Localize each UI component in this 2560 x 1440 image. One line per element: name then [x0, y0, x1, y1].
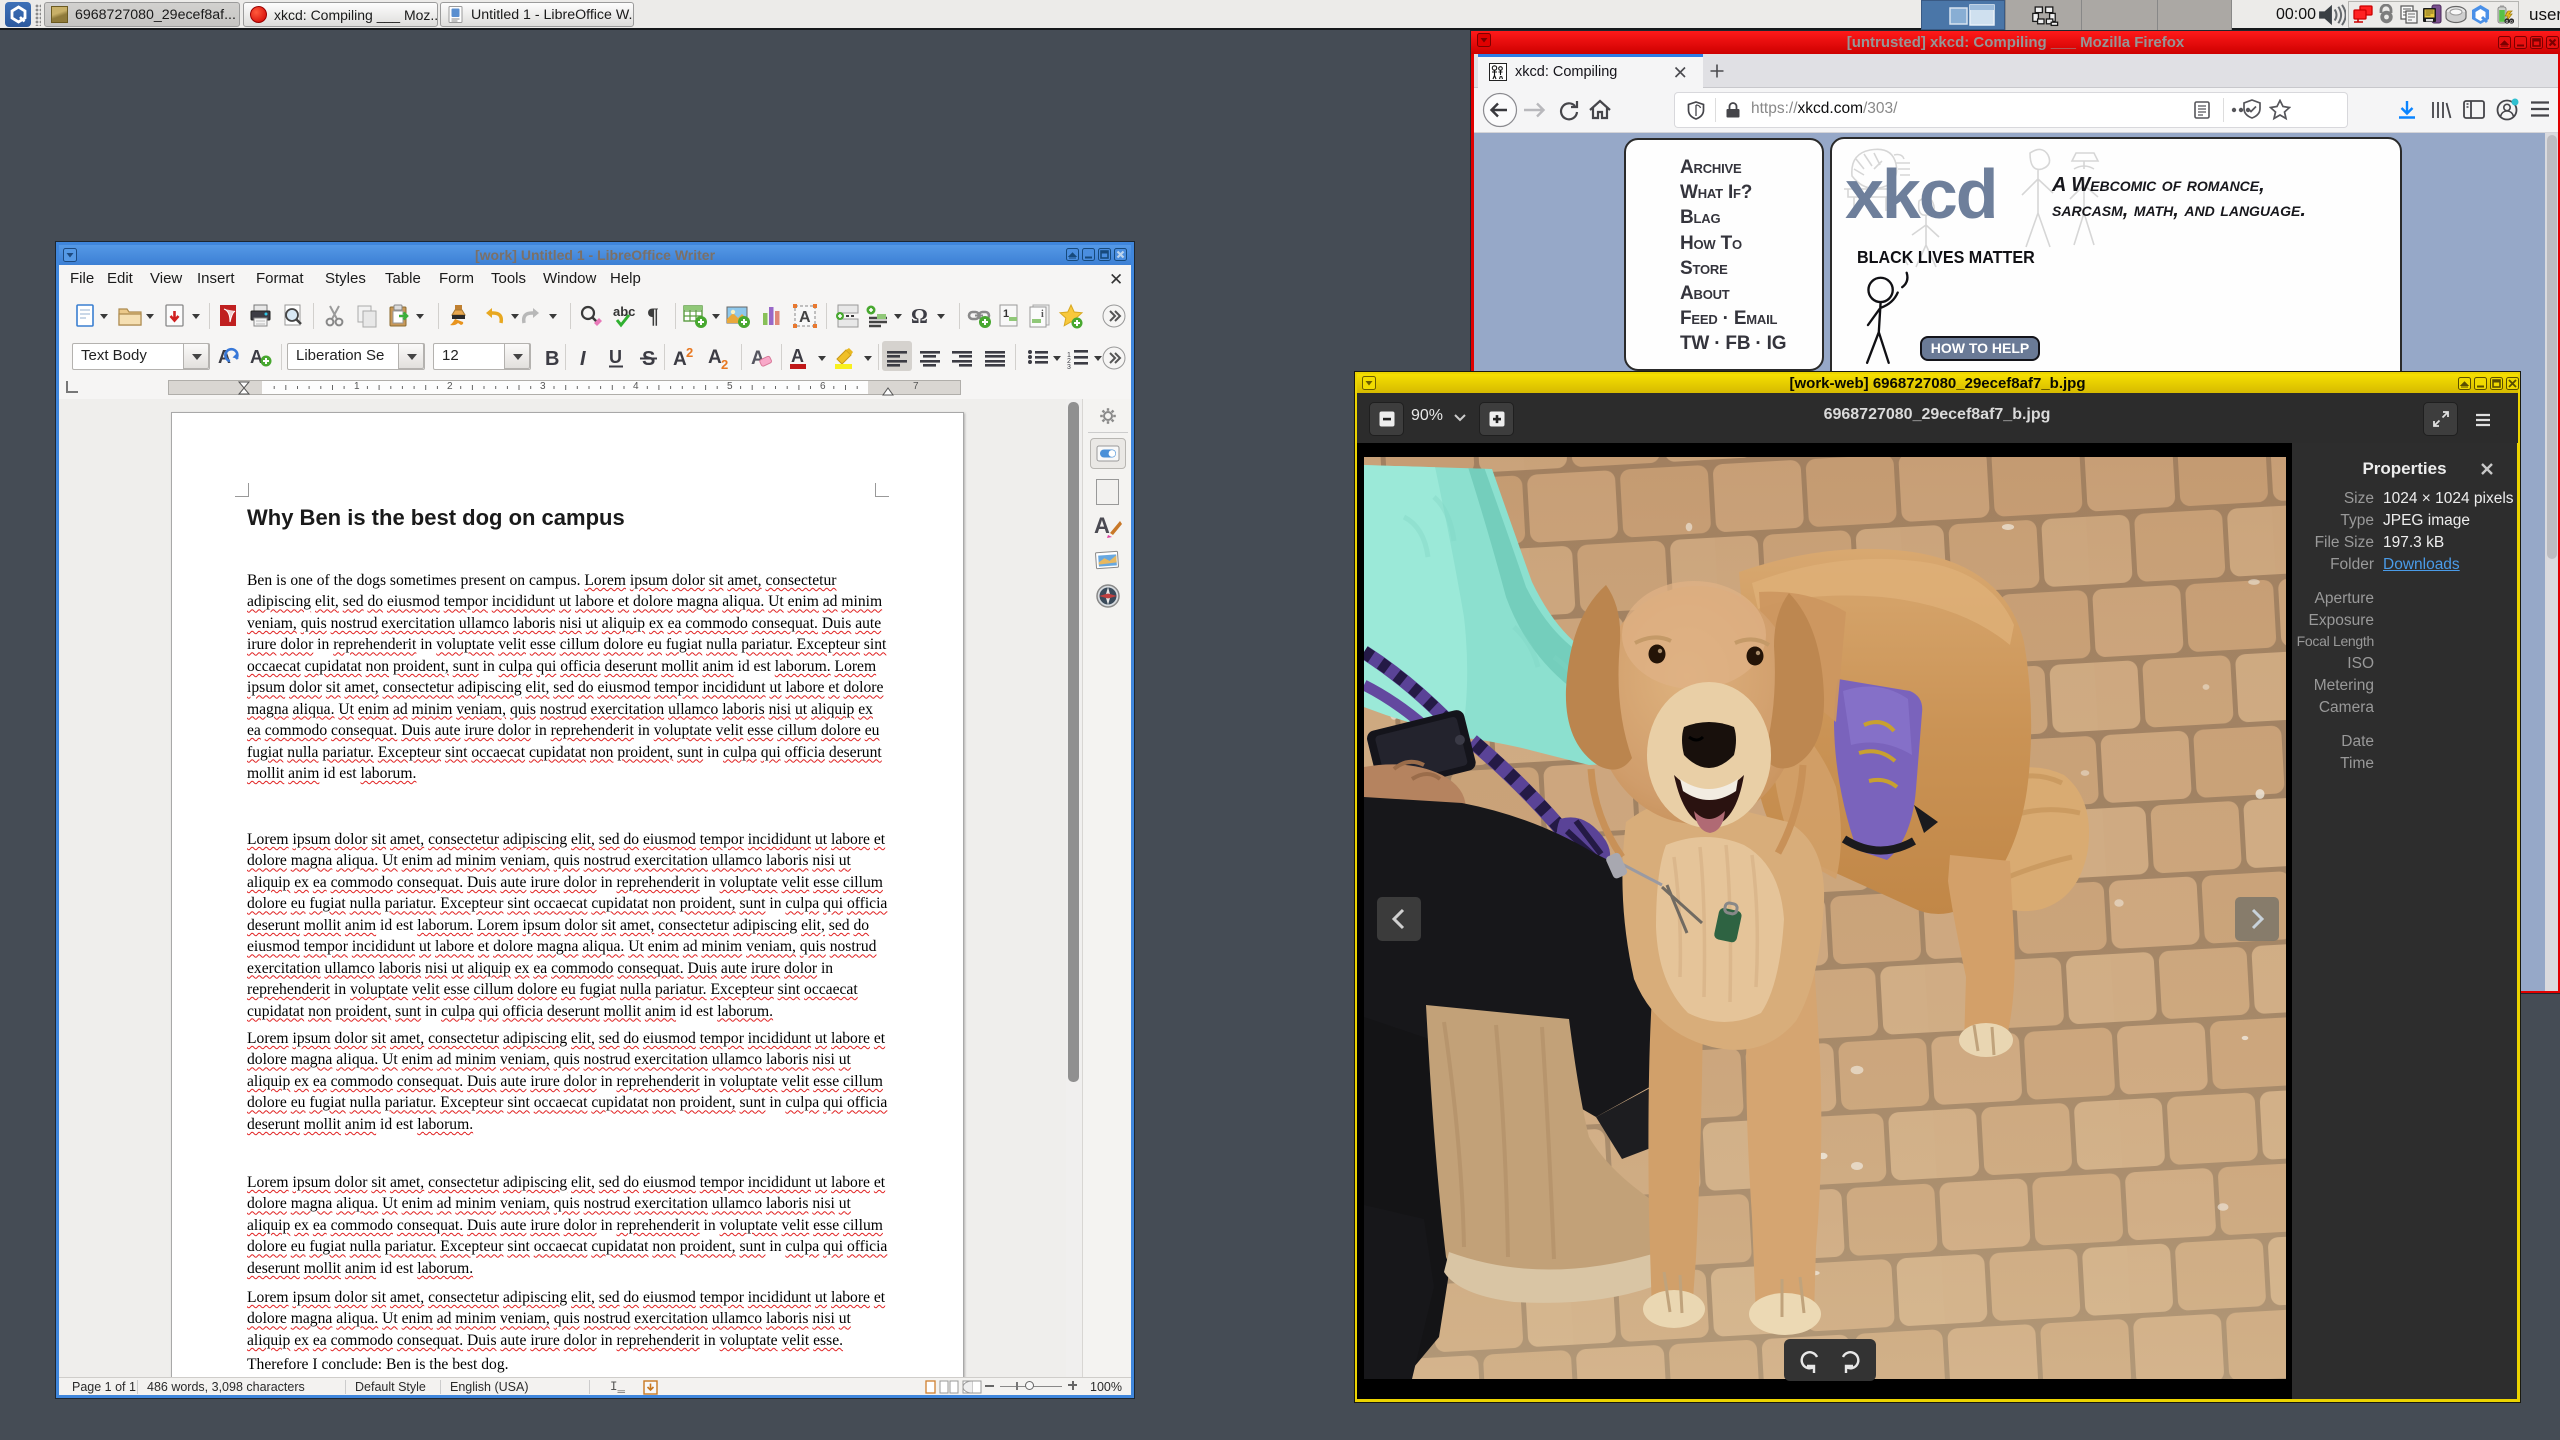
svg-text:A: A [708, 347, 722, 368]
svg-text:A: A [799, 309, 811, 326]
svg-text:I: I [580, 348, 586, 370]
svg-text:¶: ¶ [647, 303, 659, 328]
svg-text:2: 2 [721, 357, 728, 371]
svg-text:B: B [545, 348, 559, 370]
svg-text:U: U [609, 347, 622, 367]
svg-text:abc: abc [613, 304, 635, 319]
svg-text:Ω: Ω [911, 304, 928, 328]
svg-text:1: 1 [1003, 308, 1009, 320]
svg-text:i: i [1041, 309, 1044, 320]
svg-text:A: A [250, 347, 263, 367]
svg-text:A: A [1094, 513, 1110, 538]
svg-text:2: 2 [686, 345, 693, 360]
svg-text:3: 3 [1067, 364, 1071, 371]
svg-text:A: A [673, 349, 687, 370]
svg-text:A: A [791, 346, 804, 366]
